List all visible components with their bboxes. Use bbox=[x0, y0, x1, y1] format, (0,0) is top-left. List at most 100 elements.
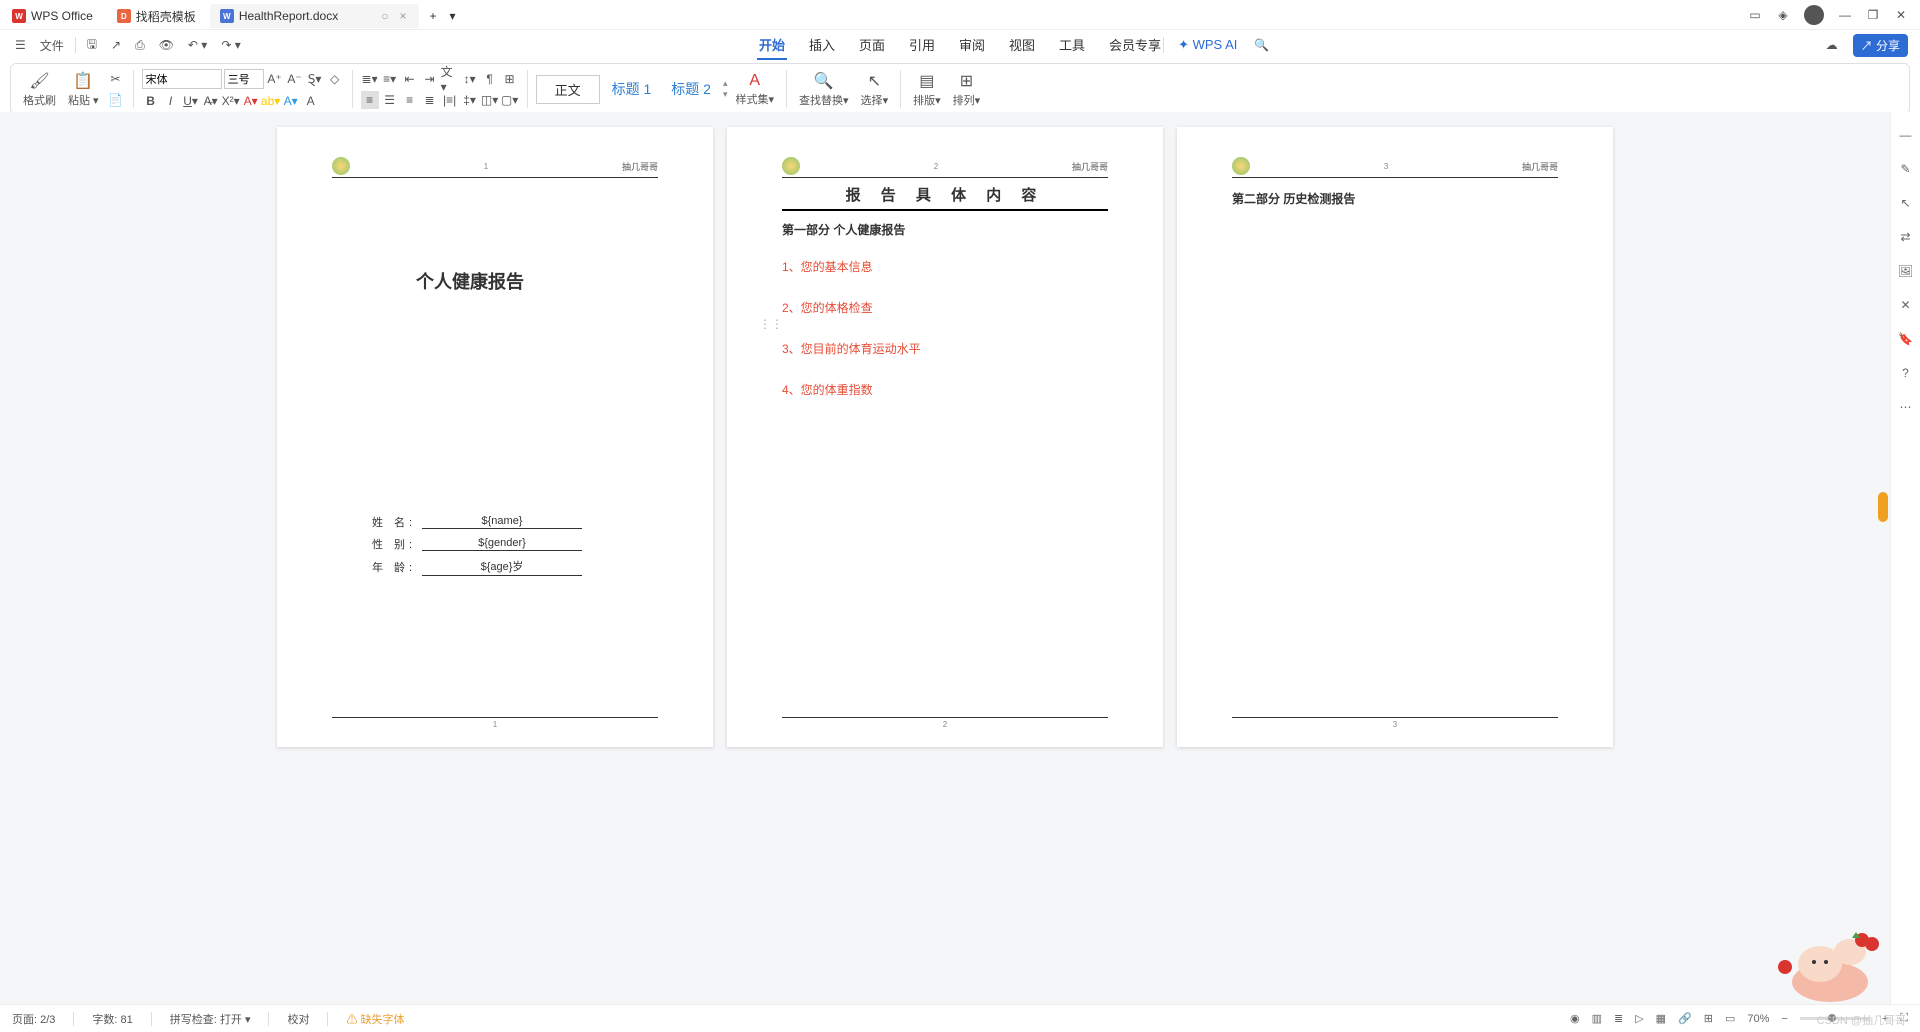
preview-icon[interactable]: 👁 bbox=[156, 36, 177, 54]
indent-left-icon[interactable]: ⇤ bbox=[401, 70, 419, 88]
scrollbar-thumb[interactable] bbox=[1878, 492, 1888, 522]
copy-icon[interactable]: 📄 bbox=[107, 91, 125, 109]
sort-icon[interactable]: ↕▾ bbox=[461, 70, 479, 88]
font-family-select[interactable] bbox=[142, 69, 222, 89]
style-scroll-down[interactable]: ▾ bbox=[723, 89, 728, 100]
text-effect-icon[interactable]: A▾ bbox=[282, 92, 300, 110]
tools-icon[interactable]: ✕ bbox=[1897, 296, 1915, 314]
menu-start[interactable]: 开始 bbox=[757, 31, 787, 60]
grid-icon[interactable]: ⊞ bbox=[1704, 1012, 1713, 1025]
avatar[interactable] bbox=[1804, 5, 1824, 25]
view-page-icon[interactable]: ▥ bbox=[1592, 1012, 1602, 1025]
italic-icon[interactable]: I bbox=[162, 92, 180, 110]
word-count[interactable]: 字数: 81 bbox=[92, 1011, 132, 1027]
strike-icon[interactable]: A̶▾ bbox=[202, 92, 220, 110]
cut-icon[interactable]: ✂ bbox=[107, 70, 125, 88]
close-icon[interactable]: ✕ bbox=[1894, 8, 1908, 22]
app-box-icon[interactable]: ▭ bbox=[1748, 8, 1762, 22]
drag-handle-icon[interactable]: ⋮⋮ bbox=[759, 317, 783, 331]
zoom-level[interactable]: 70% bbox=[1747, 1013, 1769, 1025]
menu-tools[interactable]: 工具 bbox=[1057, 31, 1087, 60]
bullet-list-icon[interactable]: ≣▾ bbox=[361, 70, 379, 88]
image-icon[interactable]: 🖼 bbox=[1897, 262, 1915, 280]
shrink-font-icon[interactable]: A⁻ bbox=[286, 70, 304, 88]
menu-view[interactable]: 视图 bbox=[1007, 31, 1037, 60]
style-heading1[interactable]: 标题 1 bbox=[604, 75, 660, 103]
link-icon[interactable]: 🔗 bbox=[1678, 1012, 1692, 1025]
clear-format-icon[interactable]: ◇ bbox=[326, 70, 344, 88]
share-button[interactable]: ↗ 分享 bbox=[1853, 34, 1908, 57]
text-direction-icon[interactable]: 文▾ bbox=[441, 70, 459, 88]
cursor-icon[interactable]: ↖ bbox=[1897, 194, 1915, 212]
distribute-icon[interactable]: |≡| bbox=[441, 91, 459, 109]
bold-icon[interactable]: B bbox=[142, 92, 160, 110]
paste-button[interactable]: 📋粘贴 ▾ bbox=[64, 71, 103, 108]
view-read-icon[interactable]: ▷ bbox=[1635, 1012, 1643, 1025]
save-icon[interactable]: 🖫 bbox=[84, 33, 100, 58]
tab-document[interactable]: W HealthReport.docx ○ × bbox=[210, 4, 420, 28]
char-border-icon[interactable]: A bbox=[302, 92, 320, 110]
tab-close-icon[interactable]: ○ bbox=[378, 9, 391, 23]
maximize-icon[interactable]: ❐ bbox=[1866, 8, 1880, 22]
proof-status[interactable]: 校对 bbox=[287, 1011, 309, 1027]
number-list-icon[interactable]: ≡▾ bbox=[381, 70, 399, 88]
cube-icon[interactable]: ◈ bbox=[1776, 8, 1790, 22]
align-center-icon[interactable]: ☰ bbox=[381, 91, 399, 109]
undo-icon[interactable]: ↶ ▾ bbox=[185, 36, 210, 54]
page-counter[interactable]: 页面: 2/3 bbox=[12, 1011, 55, 1027]
redo-icon[interactable]: ↷ ▾ bbox=[218, 36, 243, 54]
wps-ai-button[interactable]: ✦ WPS AI bbox=[1176, 33, 1239, 57]
view-outline-icon[interactable]: ≣ bbox=[1614, 1012, 1623, 1025]
view-eye-icon[interactable]: ◉ bbox=[1570, 1012, 1580, 1025]
font-size-select[interactable] bbox=[224, 69, 264, 89]
new-tab-button[interactable]: + bbox=[423, 4, 442, 28]
select-button[interactable]: ↖选择▾ bbox=[857, 71, 893, 108]
spellcheck-status[interactable]: 拼写检查: 打开 ▾ bbox=[170, 1011, 251, 1027]
tab-menu-button[interactable]: ▾ bbox=[446, 4, 458, 28]
menu-review[interactable]: 审阅 bbox=[957, 31, 987, 60]
print-icon[interactable]: ⎙ bbox=[132, 36, 148, 55]
zoom-out-icon[interactable]: − bbox=[1781, 1013, 1787, 1025]
minimize-icon[interactable]: — bbox=[1838, 8, 1852, 22]
font-color-icon[interactable]: A▾ bbox=[242, 92, 260, 110]
swap-icon[interactable]: ⇄ bbox=[1897, 228, 1915, 246]
border-icon[interactable]: ▢▾ bbox=[501, 91, 519, 109]
tab-close-icon[interactable]: × bbox=[396, 9, 409, 23]
align-justify-icon[interactable]: ≣ bbox=[421, 91, 439, 109]
edit-icon[interactable]: ✎ bbox=[1897, 160, 1915, 178]
change-case-icon[interactable]: Ȿ▾ bbox=[306, 70, 324, 88]
collapse-icon[interactable]: — bbox=[1897, 126, 1915, 144]
style-body[interactable]: 正文 bbox=[536, 75, 600, 104]
grow-font-icon[interactable]: A⁺ bbox=[266, 70, 284, 88]
more-icon[interactable]: ⋯ bbox=[1897, 398, 1915, 416]
paragraph-mark-icon[interactable]: ¶ bbox=[481, 70, 499, 88]
style-scroll-up[interactable]: ▴ bbox=[723, 78, 728, 89]
window-icon[interactable]: ▭ bbox=[1725, 1012, 1735, 1025]
align-right-icon[interactable]: ≡ bbox=[401, 91, 419, 109]
indent-right-icon[interactable]: ⇥ bbox=[421, 70, 439, 88]
ruler-icon[interactable]: ⊞ bbox=[501, 70, 519, 88]
align-left-icon[interactable]: ≡ bbox=[361, 91, 379, 109]
tab-template[interactable]: D 找稻壳模板 bbox=[107, 4, 206, 28]
format-painter-button[interactable]: 🖌格式刷 bbox=[19, 71, 60, 108]
styleset-button[interactable]: A样式集▾ bbox=[732, 72, 779, 107]
menu-ref[interactable]: 引用 bbox=[907, 31, 937, 60]
tab-wps-home[interactable]: W WPS Office bbox=[2, 4, 103, 28]
menu-vip[interactable]: 会员专享 bbox=[1107, 31, 1163, 60]
shading-icon[interactable]: ◫▾ bbox=[481, 91, 499, 109]
find-replace-button[interactable]: 🔍查找替换▾ bbox=[795, 71, 853, 108]
menu-insert[interactable]: 插入 bbox=[807, 31, 837, 60]
cloud-icon[interactable]: ☁ bbox=[1823, 36, 1841, 54]
underline-icon[interactable]: U▾ bbox=[182, 92, 200, 110]
highlight-icon[interactable]: ab▾ bbox=[262, 92, 280, 110]
scrollbar-track[interactable] bbox=[1876, 112, 1890, 1004]
tile-button[interactable]: ▤排版▾ bbox=[909, 71, 945, 108]
help-icon[interactable]: ? bbox=[1897, 364, 1915, 382]
document-workspace[interactable]: 1抽几哥哥 个人健康报告 姓 名:${name} 性 别:${gender} 年… bbox=[0, 112, 1890, 1004]
file-menu[interactable]: 文件 bbox=[37, 35, 67, 56]
search-icon[interactable]: 🔍 bbox=[1251, 36, 1272, 54]
line-spacing-icon[interactable]: ‡▾ bbox=[461, 91, 479, 109]
style-heading2[interactable]: 标题 2 bbox=[663, 75, 719, 103]
bookmark-icon[interactable]: 🔖 bbox=[1897, 330, 1915, 348]
superscript-icon[interactable]: X²▾ bbox=[222, 92, 240, 110]
